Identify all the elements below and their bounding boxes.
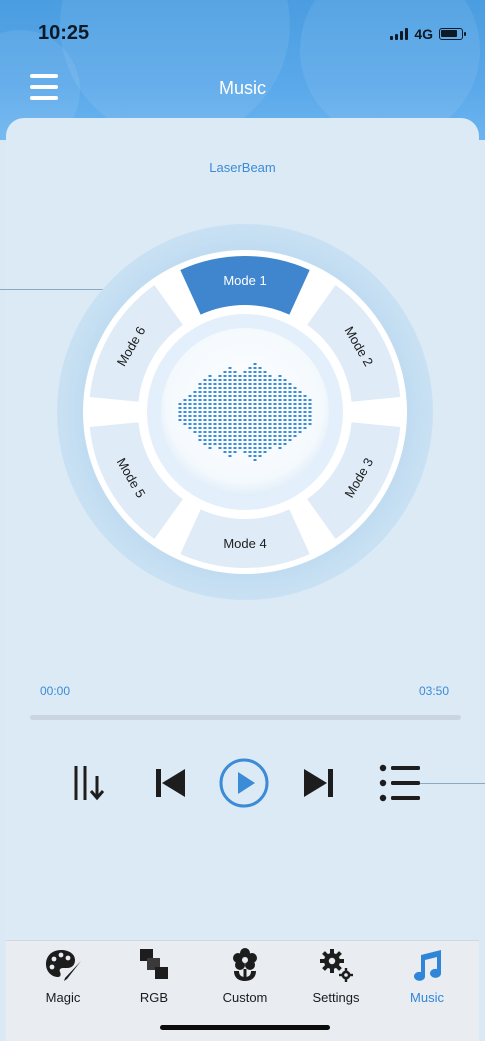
- battery-icon: [439, 28, 466, 40]
- mode-wheel: Mode 1Mode 2Mode 3Mode 4Mode 5Mode 6: [57, 224, 433, 600]
- palette-icon: [46, 950, 81, 981]
- playlist-icon[interactable]: [378, 763, 422, 803]
- total-time: 03:50: [418, 684, 449, 698]
- previous-track-icon[interactable]: [154, 766, 188, 800]
- rgb-blocks-icon: [140, 949, 168, 979]
- tab-label: Settings: [312, 990, 360, 1005]
- tab-music[interactable]: Music: [392, 947, 462, 1005]
- mode-1-label: Mode 1: [223, 273, 266, 288]
- signal-icon: [390, 28, 409, 40]
- music-note-icon: [414, 950, 442, 981]
- play-icon: [238, 772, 255, 794]
- tab-settings[interactable]: Settings: [301, 947, 371, 1005]
- device-name: LaserBeam: [209, 160, 276, 175]
- sort-down-icon[interactable]: [70, 762, 112, 804]
- flower-icon: [233, 948, 257, 981]
- tab-magic[interactable]: Magic: [28, 947, 98, 1005]
- elapsed-time: 00:00: [40, 684, 71, 698]
- tab-label: Music: [410, 990, 444, 1005]
- play-button[interactable]: [218, 757, 270, 809]
- page-title: Music: [218, 78, 266, 98]
- status-bar-right: 4G: [390, 26, 466, 42]
- status-time: 10:25: [38, 22, 90, 44]
- next-track-icon[interactable]: [301, 766, 335, 800]
- callout-line: [420, 783, 485, 784]
- network-type: 4G: [414, 26, 433, 42]
- home-indicator[interactable]: [160, 1025, 330, 1030]
- tab-label: RGB: [139, 990, 169, 1005]
- tab-rgb[interactable]: RGB: [119, 947, 189, 1005]
- mode-4-label: Mode 4: [223, 536, 266, 551]
- tab-label: Custom: [222, 990, 268, 1005]
- progress-bar[interactable]: [30, 715, 461, 720]
- tab-custom[interactable]: Custom: [210, 947, 280, 1005]
- gears-icon: [320, 949, 353, 982]
- tab-label: Magic: [45, 990, 81, 1005]
- tab-bar: Magic RGB Custom Settings Music: [6, 940, 479, 1016]
